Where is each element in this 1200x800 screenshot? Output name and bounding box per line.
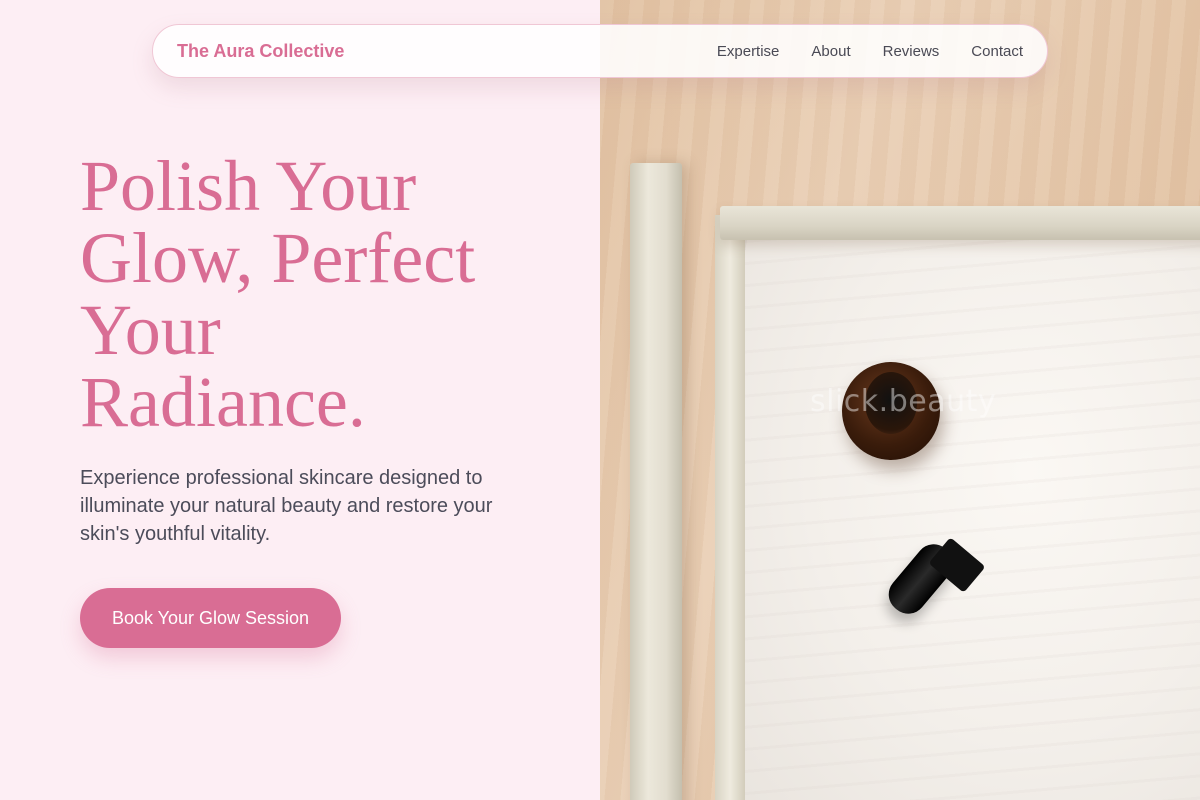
hero-title-line: Your [80, 290, 221, 370]
nav-link-expertise[interactable]: Expertise [717, 43, 780, 60]
nav-link-contact[interactable]: Contact [971, 43, 1023, 60]
tray-rail [720, 206, 1200, 240]
hero-title-line: Radiance. [80, 362, 366, 442]
brand-logo[interactable]: The Aura Collective [177, 41, 344, 62]
navbar: The Aura Collective Expertise About Revi… [152, 24, 1048, 78]
nav-links: Expertise About Reviews Contact [717, 43, 1023, 60]
image-watermark: slick.beauty [810, 384, 997, 419]
tray-inner-side [715, 215, 745, 800]
towel-texture [745, 240, 1200, 800]
hero-title-line: Polish Your [80, 146, 417, 226]
tray-post [630, 163, 682, 800]
hero-photo: slick.beauty [600, 0, 1200, 800]
nav-link-about[interactable]: About [811, 43, 850, 60]
hero-subtitle: Experience professional skincare designe… [80, 467, 493, 545]
hero-title-line: Glow, Perfect [80, 218, 476, 298]
hero-title: Polish Your Glow, Perfect Your Radiance. [80, 150, 560, 438]
book-session-button[interactable]: Book Your Glow Session [80, 588, 341, 648]
nav-link-reviews[interactable]: Reviews [883, 43, 940, 60]
